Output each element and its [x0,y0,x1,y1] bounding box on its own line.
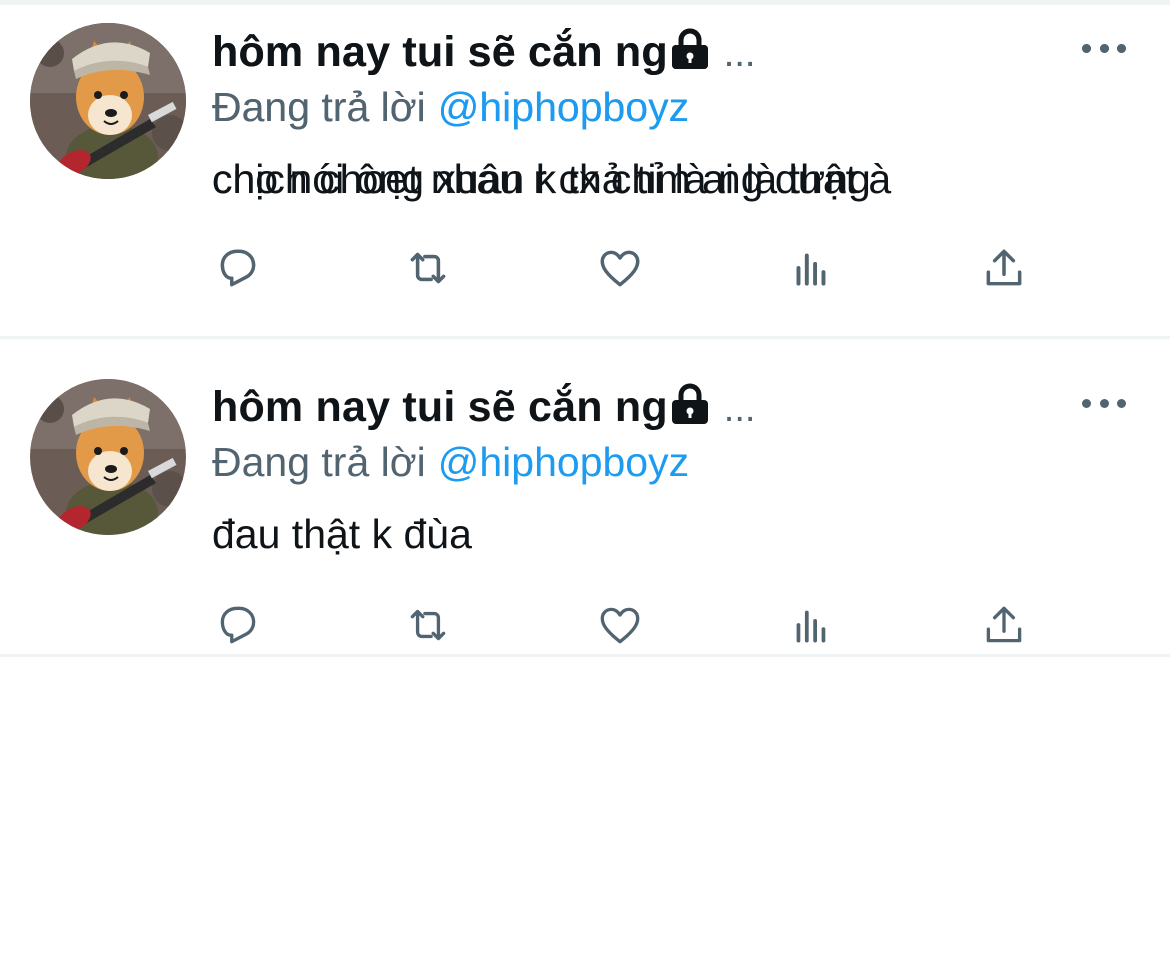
reply-handle-link[interactable]: @hiphopboyz [438,84,689,130]
tweet-item[interactable]: hôm nay tui sẽ cắn ng ... Đang trả lời @h… [0,339,1170,657]
retweet-button[interactable] [400,240,456,296]
reply-prefix: Đang trả lời [212,439,426,485]
views-bar-chart-icon [796,253,826,286]
lock-icon [670,383,710,425]
share-button[interactable] [976,597,1032,653]
like-button[interactable] [592,597,648,653]
more-options-icon[interactable] [1082,393,1126,413]
avatar[interactable] [30,23,186,179]
reply-prefix: Đang trả lời [212,84,426,130]
name-truncation: ... [723,388,756,430]
author-row: hôm nay tui sẽ cắn ng ... [212,383,755,432]
tweet-actions [212,597,1032,653]
heart-icon [600,250,640,287]
avatar[interactable] [30,379,186,535]
share-button[interactable] [976,240,1032,296]
share-icon [986,606,1022,643]
like-button[interactable] [592,240,648,296]
share-icon [986,249,1022,286]
tweet-item[interactable]: hôm nay tui sẽ cắn ng ... Đang trả lời @h… [0,0,1170,318]
author-row: hôm nay tui sẽ cắn ng ... [212,28,755,77]
views-bar-chart-icon [796,610,826,643]
tweet-feed: hôm nay tui sẽ cắn ng ... Đang trả lời @h… [0,0,1170,968]
reply-icon [220,606,256,644]
reply-icon [220,249,256,287]
tweet-text: cno nói ông xuân k thả tim ai là thật à [212,156,892,202]
display-name[interactable]: hôm nay tui sẽ cắn ng [212,383,668,432]
reply-handle-link[interactable]: @hiphopboyz [438,439,689,485]
views-button[interactable] [784,240,840,296]
tweet-text: đau thật k đùa [212,511,472,557]
retweet-icon [410,252,446,284]
heart-icon [600,607,640,644]
more-options-icon[interactable] [1082,38,1126,58]
tweet-actions [212,240,1032,296]
views-button[interactable] [784,597,840,653]
shiba-dog-avatar-icon [30,23,186,179]
replying-to: Đang trả lời @hiphopboyz [212,84,689,131]
divider [0,336,1170,339]
retweet-button[interactable] [400,597,456,653]
divider [0,654,1170,657]
reply-button[interactable] [210,240,266,296]
name-truncation: ... [723,33,756,75]
replying-to: Đang trả lời @hiphopboyz [212,439,689,486]
shiba-dog-avatar-icon [30,379,186,535]
reply-button[interactable] [210,597,266,653]
display-name[interactable]: hôm nay tui sẽ cắn ng [212,28,668,77]
lock-icon [670,28,710,70]
retweet-icon [410,609,446,641]
